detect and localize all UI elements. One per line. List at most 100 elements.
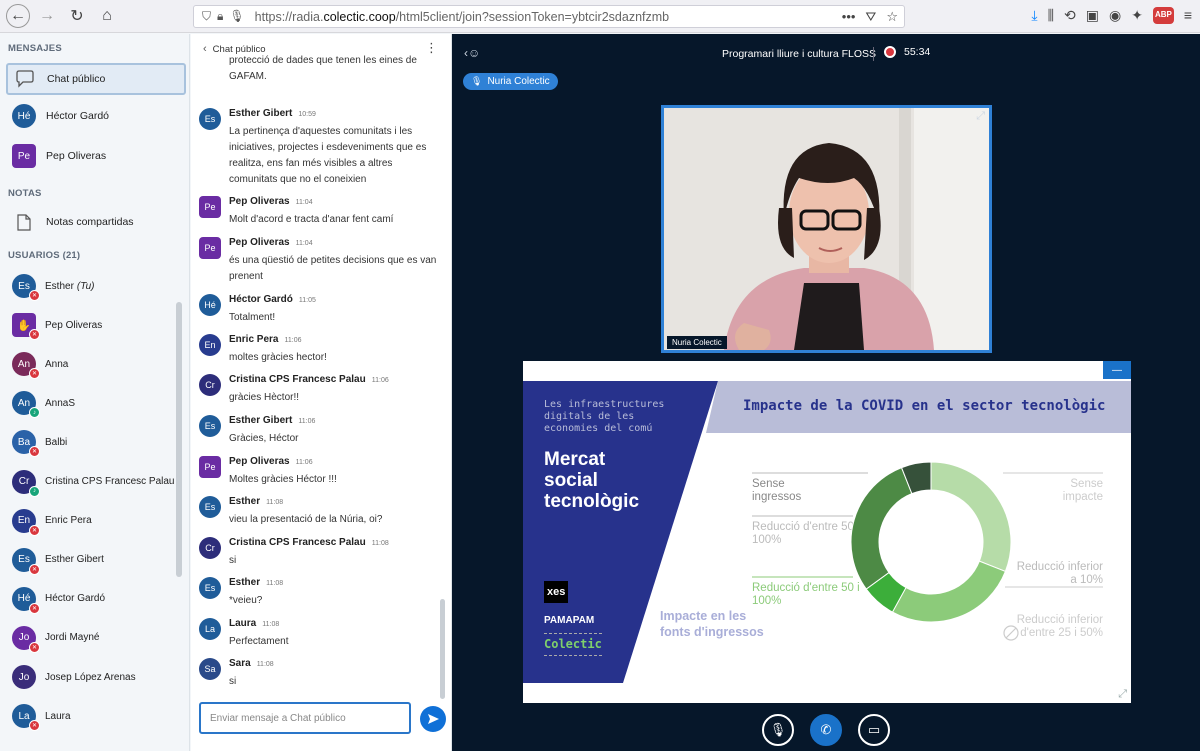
muted-mic-icon: ✕ bbox=[29, 563, 40, 575]
library-icon[interactable]: ⫼ bbox=[1048, 7, 1054, 24]
listen-only-icon: ♪ bbox=[29, 407, 40, 419]
avatar: ✋ ✕ bbox=[12, 313, 40, 341]
shared-notes-label: Notas compartidas bbox=[46, 216, 134, 228]
user-list-item[interactable]: Ba ✕ Balbi bbox=[12, 427, 177, 458]
shared-notes-item[interactable]: Notas compartidas bbox=[6, 206, 186, 238]
messages-section-title: MENSAJES bbox=[8, 43, 62, 54]
recording-indicator[interactable]: 55:34 bbox=[884, 46, 930, 58]
avatar: Pe bbox=[199, 196, 221, 218]
bookmark-star-icon[interactable]: ☆ bbox=[886, 9, 898, 25]
chat-message: Pe Pep Oliveras 11:04 Molt d'acord e tracta… bbox=[199, 196, 439, 232]
microphone-icon[interactable]: 🎙︎ bbox=[229, 9, 244, 24]
message-sender: Esther bbox=[229, 577, 261, 588]
user-name: Esther (Tu) bbox=[45, 281, 95, 292]
reload-icon[interactable]: ↻ bbox=[64, 3, 90, 29]
extension-icon[interactable]: ✦ bbox=[1131, 7, 1143, 24]
user-list-item[interactable]: Jo ✕ Jordi Mayné bbox=[12, 623, 177, 653]
avatar: Jo bbox=[12, 665, 36, 689]
user-list-item[interactable]: En ✕ Enric Pera bbox=[12, 506, 177, 536]
chat-message: Cr Cristina CPS Francesc Palau 11:08 si bbox=[199, 537, 439, 573]
fullscreen-icon[interactable]: ⤢ bbox=[976, 110, 985, 123]
account-icon[interactable]: ◉ bbox=[1109, 7, 1121, 24]
chat-message: En Enric Pera 11:06 moltes gràcies hector! bbox=[199, 334, 439, 370]
message-time: 11:08 bbox=[266, 499, 284, 506]
user-list-item[interactable]: Jo Josep López Arenas bbox=[12, 662, 177, 692]
user-list-item[interactable]: An ♪ AnnaS bbox=[12, 388, 177, 419]
address-bar[interactable]: ⛉ 🔒︎ 🎙︎ https://radia.colectic.coop/html… bbox=[193, 5, 905, 28]
chat-item-public[interactable]: Chat público bbox=[6, 63, 186, 95]
message-time: 11:05 bbox=[298, 297, 316, 304]
muted-mic-icon: ✕ bbox=[29, 602, 40, 614]
chat-message: Pe Pep Oliveras 11:06 Moltes gràcies Héctor… bbox=[199, 456, 439, 492]
menu-icon[interactable]: ≡ bbox=[1184, 7, 1192, 24]
user-toggle-icon[interactable]: ‹☺ bbox=[464, 46, 480, 60]
message-header: Esther Gibert 11:06 bbox=[229, 415, 315, 426]
webcam-image bbox=[664, 108, 989, 350]
message-header: Esther 11:08 bbox=[229, 496, 283, 507]
avatar: Pe bbox=[199, 237, 221, 259]
message-header: Sara 11:08 bbox=[229, 658, 274, 669]
user-name-text: Anna bbox=[45, 358, 69, 370]
chat-message-input[interactable]: Enviar mensaje a Chat público bbox=[199, 702, 411, 734]
history-icon[interactable]: ⟲ bbox=[1064, 7, 1076, 24]
url-text[interactable]: https://radia.colectic.coop/html5client/… bbox=[255, 10, 669, 24]
user-list-scrollbar[interactable] bbox=[176, 302, 182, 577]
avatar: Cr bbox=[199, 537, 221, 559]
home-icon[interactable]: ⌂ bbox=[94, 3, 120, 29]
muted-mic-icon: ✕ bbox=[29, 329, 40, 341]
user-list-item[interactable]: ✋ ✕ Pep Oliveras bbox=[12, 310, 177, 341]
user-list-item[interactable]: Cr ♪ Cristina CPS Francesc Palau bbox=[12, 467, 177, 497]
avatar: Hé bbox=[12, 104, 36, 128]
message-header: Cristina CPS Francesc Palau 11:08 bbox=[229, 537, 389, 548]
user-list-item[interactable]: An ✕ Anna bbox=[12, 349, 177, 380]
avatar: An ✕ bbox=[12, 352, 40, 380]
fullscreen-icon[interactable]: ⤢ bbox=[1118, 688, 1127, 701]
adblock-icon[interactable]: ABP bbox=[1152, 7, 1174, 24]
user-name: Anna bbox=[45, 359, 68, 370]
mute-button[interactable]: 🎙︎ bbox=[762, 714, 794, 746]
user-name: Josep López Arenas bbox=[45, 672, 136, 683]
chat-scrollbar[interactable] bbox=[440, 599, 445, 699]
more-actions-icon[interactable]: ••• bbox=[842, 9, 856, 25]
webcam-video[interactable]: Nuria Colectic ⤢ bbox=[661, 105, 992, 353]
chat-message: Sa Sara 11:08 si bbox=[199, 658, 439, 694]
back-icon[interactable]: ← bbox=[6, 4, 30, 28]
user-name-text: Esther Gibert bbox=[45, 554, 104, 566]
forward-icon[interactable]: → bbox=[34, 3, 60, 29]
user-name-text: Laura bbox=[45, 710, 71, 722]
microphone-icon: 🎙︎ bbox=[471, 76, 483, 86]
shield-icon[interactable]: ⛉ bbox=[202, 9, 211, 24]
message-header: Cristina CPS Francesc Palau 11:06 bbox=[229, 374, 389, 385]
minimize-presentation-button[interactable]: — bbox=[1103, 361, 1131, 379]
lock-icon[interactable]: 🔒︎ bbox=[217, 9, 223, 24]
user-list-item[interactable]: Hé ✕ Héctor Gardó bbox=[12, 584, 177, 614]
chat-panel: ‹ Chat público ⋮ protecció de dades que … bbox=[191, 34, 452, 751]
note-icon bbox=[12, 213, 36, 231]
chat-item-label: Héctor Gardó bbox=[46, 110, 110, 122]
chat-item-pep[interactable]: Pe Pep Oliveras bbox=[6, 140, 186, 172]
send-button[interactable] bbox=[420, 706, 446, 732]
user-list-item[interactable]: Es ✕ Esther (Tu) bbox=[12, 271, 177, 301]
share-webcam-button[interactable]: ▭ bbox=[858, 714, 890, 746]
avatar: Cr bbox=[199, 374, 221, 396]
leave-audio-button[interactable]: ✆ bbox=[810, 714, 842, 746]
sidebar-icon[interactable]: ▣ bbox=[1086, 7, 1099, 24]
muted-mic-icon: ✕ bbox=[29, 641, 40, 653]
avatar: An ♪ bbox=[12, 391, 40, 419]
hand-raised-icon: ✋ bbox=[17, 319, 31, 332]
user-list-item[interactable]: Es ✕ Esther Gibert bbox=[12, 545, 177, 575]
message-fragment: protecció de dades que tenen les eines d… bbox=[199, 53, 439, 99]
logo-xes: xes bbox=[544, 581, 569, 603]
download-icon[interactable]: ⤓ bbox=[1031, 7, 1037, 24]
video-name-label: Nuria Colectic bbox=[667, 336, 727, 349]
user-list-item[interactable]: La ✕ Laura bbox=[12, 701, 177, 732]
pocket-icon[interactable]: ⛛ bbox=[865, 9, 876, 25]
user-name-text: Jordi Mayné bbox=[45, 632, 100, 644]
chart-label-no-income: Sense ingressos bbox=[752, 478, 802, 503]
message-text: és una qüestió de petites decisions que … bbox=[229, 255, 437, 282]
chart-label-reduction-25-50: Reducció inferior d'entre 25 i 50% bbox=[1016, 614, 1103, 639]
chat-item-hector[interactable]: Hé Héctor Gardó bbox=[6, 100, 186, 132]
meeting-title: Programari lliure i cultura FLOSS bbox=[722, 48, 877, 60]
record-icon bbox=[884, 46, 896, 58]
message-sender: Cristina CPS Francesc Palau bbox=[229, 374, 366, 385]
